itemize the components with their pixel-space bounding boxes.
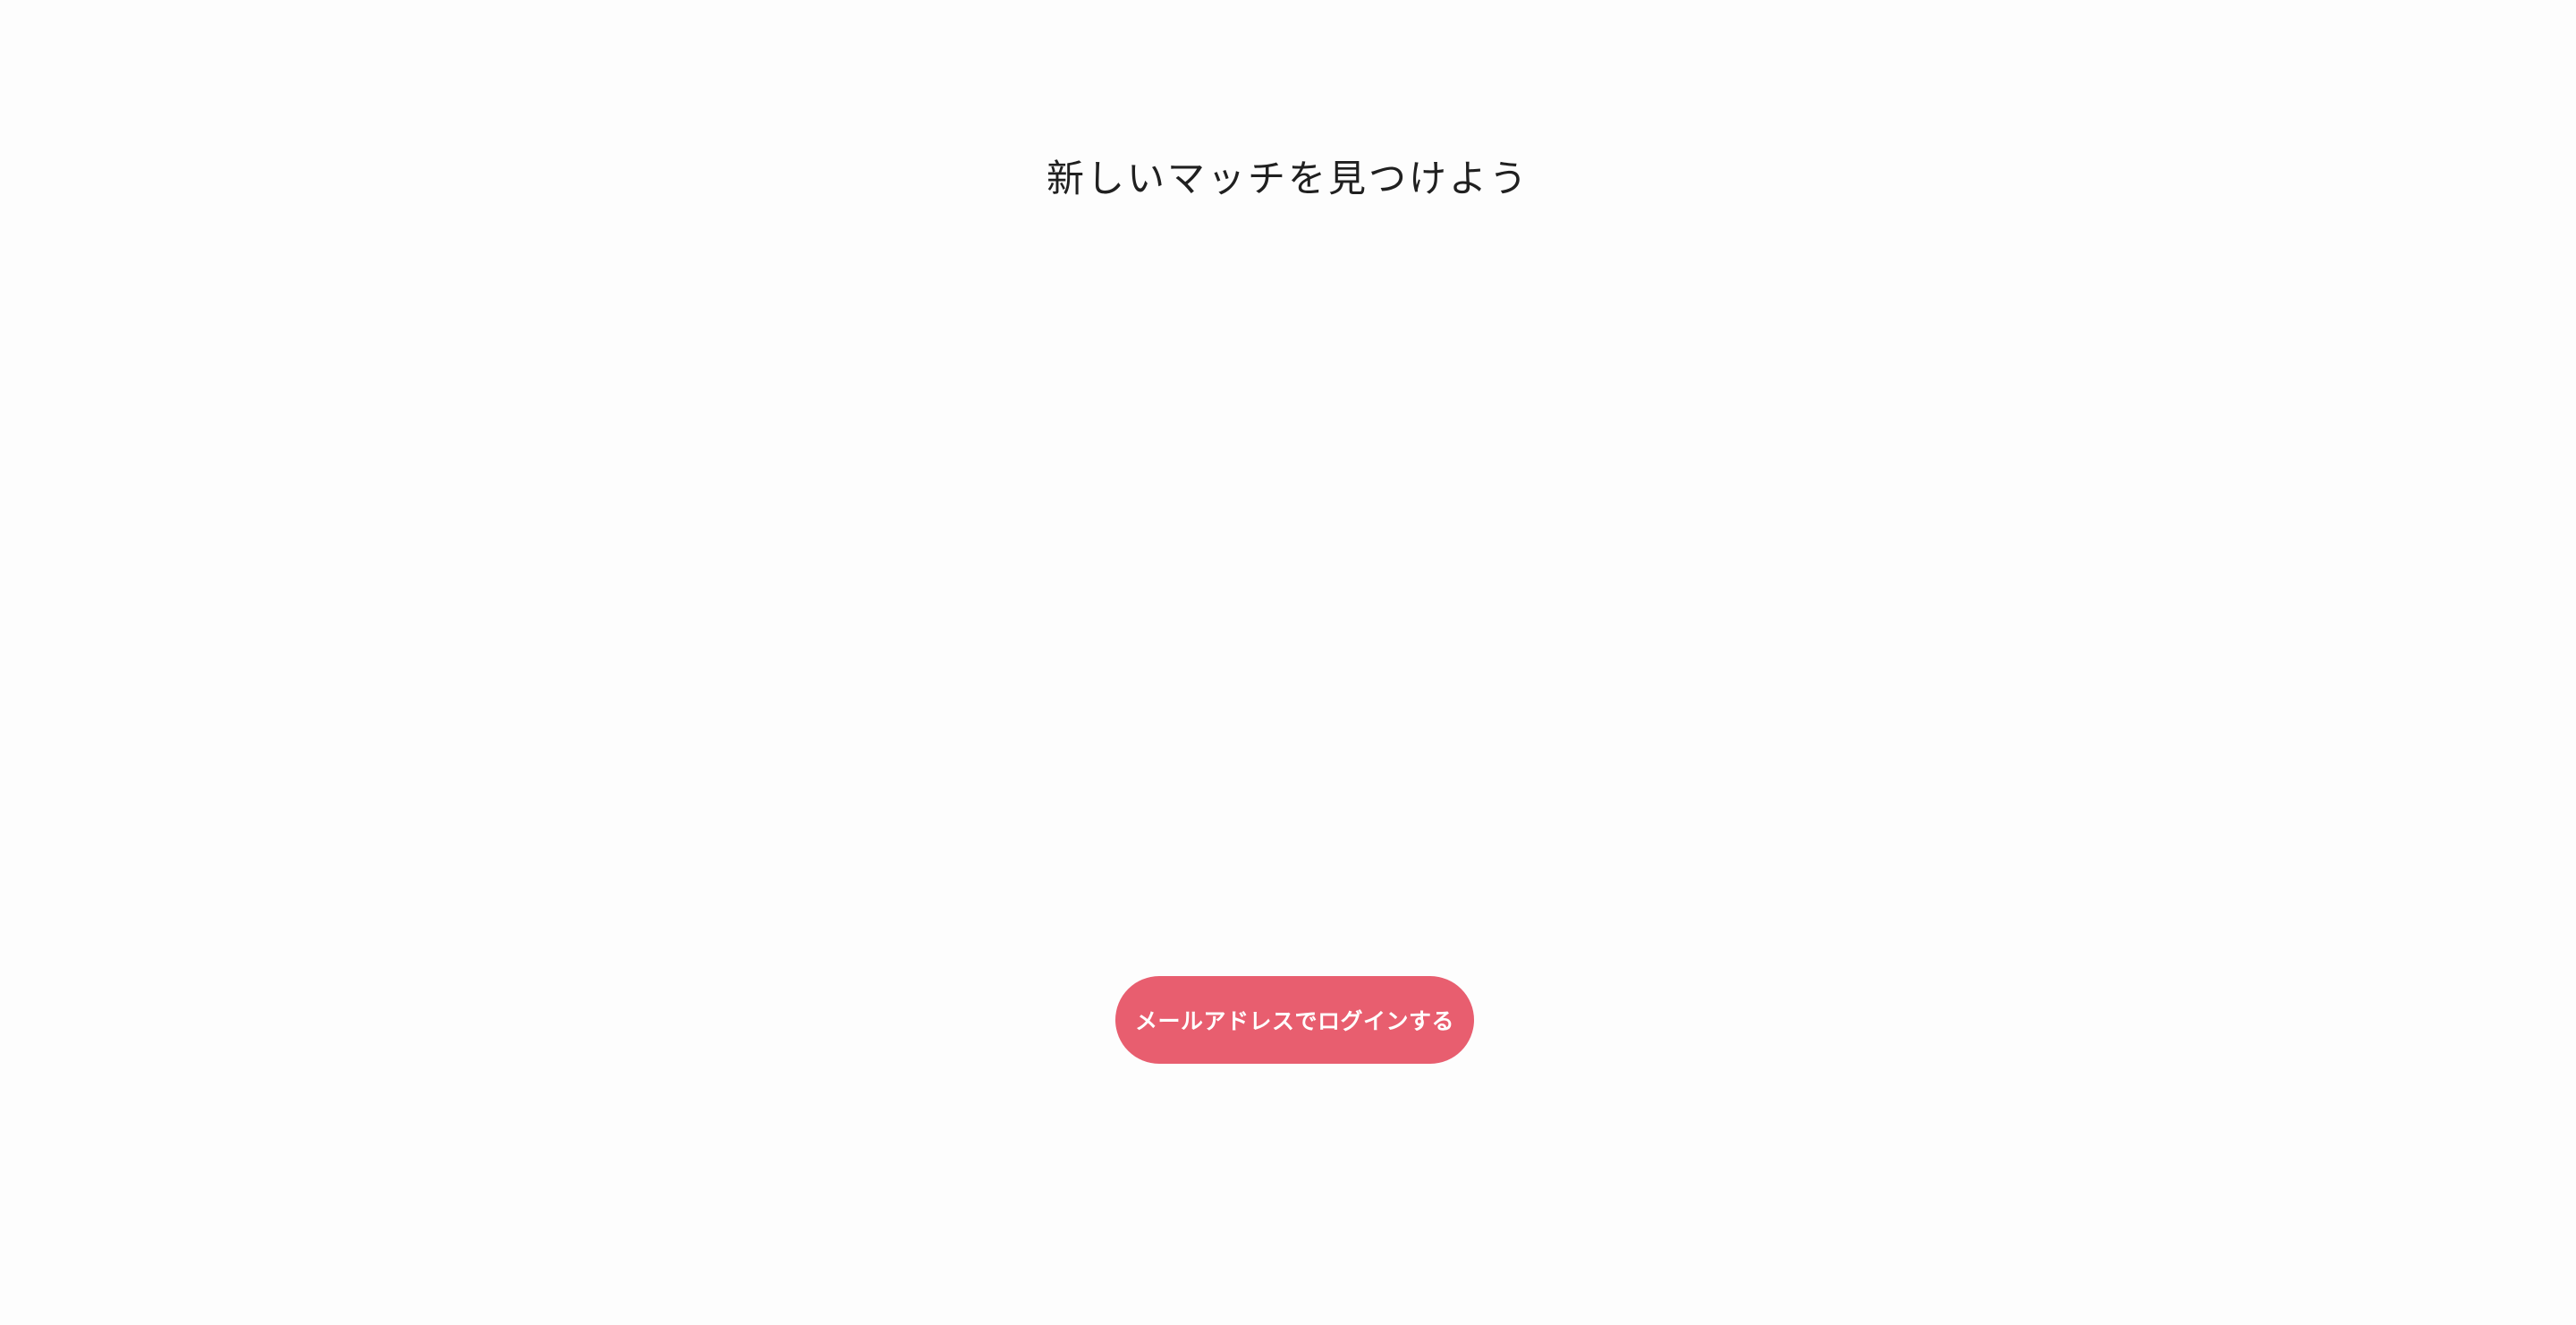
page-headline: 新しいマッチを見つけよう (1046, 157, 1530, 200)
welcome-screen: 新しいマッチを見つけよう メールアドレスでログインする (0, 0, 2576, 1325)
email-login-button[interactable]: メールアドレスでログインする (1115, 976, 1474, 1064)
